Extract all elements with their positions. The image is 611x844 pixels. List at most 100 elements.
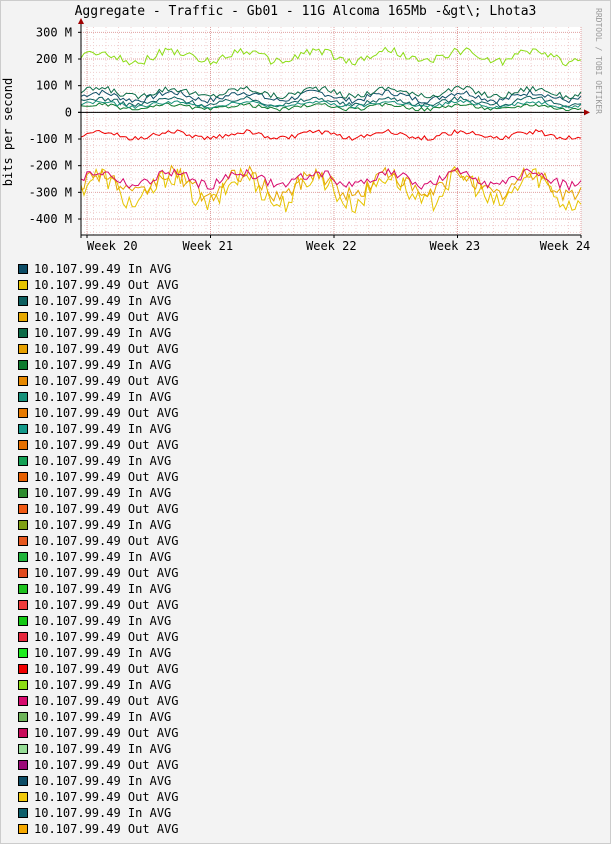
legend-swatch: [18, 600, 28, 610]
legend-swatch: [18, 408, 28, 418]
y-tick-label: -100 M: [29, 132, 72, 146]
plot-area: [81, 27, 581, 235]
legend-swatch: [18, 584, 28, 594]
legend-swatch: [18, 696, 28, 706]
legend-item: 10.107.99.49 In AVG: [18, 357, 179, 373]
legend-item: 10.107.99.49 Out AVG: [18, 821, 179, 837]
legend-label: 10.107.99.49 In AVG: [34, 678, 172, 692]
legend-label: 10.107.99.49 In AVG: [34, 742, 172, 756]
legend-label: 10.107.99.49 In AVG: [34, 390, 172, 404]
legend-label: 10.107.99.49 In AVG: [34, 326, 172, 340]
legend-swatch: [18, 712, 28, 722]
legend-label: 10.107.99.49 In AVG: [34, 582, 172, 596]
legend-swatch: [18, 520, 28, 530]
x-tick-label: Week 20: [87, 239, 138, 253]
y-tick-label: 200 M: [36, 52, 72, 66]
legend-swatch: [18, 424, 28, 434]
legend: 10.107.99.49 In AVG 10.107.99.49 Out AVG 1…: [18, 261, 179, 837]
legend-label: 10.107.99.49 Out AVG: [34, 310, 179, 324]
legend-label: 10.107.99.49 Out AVG: [34, 406, 179, 420]
legend-swatch: [18, 664, 28, 674]
y-tick-label: -400 M: [29, 212, 72, 226]
legend-label: 10.107.99.49 Out AVG: [34, 374, 179, 388]
legend-item: 10.107.99.49 In AVG: [18, 261, 179, 277]
legend-swatch: [18, 392, 28, 402]
legend-item: 10.107.99.49 In AVG: [18, 645, 179, 661]
legend-item: 10.107.99.49 Out AVG: [18, 661, 179, 677]
legend-item: 10.107.99.49 In AVG: [18, 293, 179, 309]
legend-item: 10.107.99.49 Out AVG: [18, 789, 179, 805]
legend-label: 10.107.99.49 In AVG: [34, 614, 172, 628]
legend-label: 10.107.99.49 Out AVG: [34, 598, 179, 612]
legend-label: 10.107.99.49 Out AVG: [34, 278, 179, 292]
legend-item: 10.107.99.49 Out AVG: [18, 405, 179, 421]
legend-swatch: [18, 264, 28, 274]
legend-swatch: [18, 632, 28, 642]
legend-label: 10.107.99.49 Out AVG: [34, 790, 179, 804]
legend-label: 10.107.99.49 Out AVG: [34, 758, 179, 772]
legend-label: 10.107.99.49 Out AVG: [34, 534, 179, 548]
legend-item: 10.107.99.49 In AVG: [18, 805, 179, 821]
legend-item: 10.107.99.49 In AVG: [18, 581, 179, 597]
legend-swatch: [18, 776, 28, 786]
legend-item: 10.107.99.49 Out AVG: [18, 629, 179, 645]
legend-label: 10.107.99.49 Out AVG: [34, 502, 179, 516]
legend-swatch: [18, 312, 28, 322]
legend-item: 10.107.99.49 In AVG: [18, 709, 179, 725]
legend-label: 10.107.99.49 In AVG: [34, 262, 172, 276]
legend-swatch: [18, 648, 28, 658]
x-tick-label: Week 23: [430, 239, 481, 253]
legend-label: 10.107.99.49 Out AVG: [34, 726, 179, 740]
legend-label: 10.107.99.49 Out AVG: [34, 566, 179, 580]
legend-item: 10.107.99.49 Out AVG: [18, 437, 179, 453]
legend-label: 10.107.99.49 Out AVG: [34, 694, 179, 708]
legend-swatch: [18, 728, 28, 738]
x-tick-label: Week 24: [540, 239, 591, 253]
legend-swatch: [18, 504, 28, 514]
traffic-plot: 300 M 200 M 100 M 0 -100 M -200 M -300 M -400 M…: [29, 18, 591, 253]
legend-item: 10.107.99.49 In AVG: [18, 485, 179, 501]
legend-item: 10.107.99.49 Out AVG: [18, 757, 179, 773]
legend-swatch: [18, 328, 28, 338]
legend-swatch: [18, 824, 28, 834]
y-tick-label: 300 M: [36, 25, 72, 39]
legend-label: 10.107.99.49 In AVG: [34, 358, 172, 372]
legend-item: 10.107.99.49 Out AVG: [18, 341, 179, 357]
y-axis-arrow: [78, 18, 84, 24]
legend-label: 10.107.99.49 Out AVG: [34, 822, 179, 836]
legend-swatch: [18, 552, 28, 562]
legend-item: 10.107.99.49 In AVG: [18, 421, 179, 437]
legend-label: 10.107.99.49 In AVG: [34, 646, 172, 660]
legend-label: 10.107.99.49 In AVG: [34, 710, 172, 724]
legend-label: 10.107.99.49 In AVG: [34, 454, 172, 468]
legend-item: 10.107.99.49 Out AVG: [18, 501, 179, 517]
y-tick-label: -300 M: [29, 185, 72, 199]
x-tick-label: Week 22: [306, 239, 357, 253]
x-axis-arrow: [584, 109, 590, 116]
legend-swatch: [18, 344, 28, 354]
legend-item: 10.107.99.49 Out AVG: [18, 597, 179, 613]
legend-item: 10.107.99.49 In AVG: [18, 453, 179, 469]
legend-swatch: [18, 536, 28, 546]
legend-item: 10.107.99.49 Out AVG: [18, 469, 179, 485]
legend-item: 10.107.99.49 Out AVG: [18, 533, 179, 549]
legend-label: 10.107.99.49 In AVG: [34, 294, 172, 308]
legend-item: 10.107.99.49 Out AVG: [18, 373, 179, 389]
legend-swatch: [18, 568, 28, 578]
y-tick-label: 0: [65, 105, 72, 119]
y-tick-label: 100 M: [36, 79, 72, 93]
legend-item: 10.107.99.49 In AVG: [18, 389, 179, 405]
legend-swatch: [18, 488, 28, 498]
legend-swatch: [18, 792, 28, 802]
x-tick-label: Week 21: [183, 239, 234, 253]
legend-item: 10.107.99.49 In AVG: [18, 549, 179, 565]
legend-swatch: [18, 616, 28, 626]
legend-swatch: [18, 808, 28, 818]
legend-item: 10.107.99.49 In AVG: [18, 325, 179, 341]
legend-item: 10.107.99.49 In AVG: [18, 773, 179, 789]
legend-label: 10.107.99.49 In AVG: [34, 422, 172, 436]
legend-item: 10.107.99.49 In AVG: [18, 741, 179, 757]
legend-swatch: [18, 680, 28, 690]
legend-item: 10.107.99.49 In AVG: [18, 677, 179, 693]
legend-swatch: [18, 456, 28, 466]
